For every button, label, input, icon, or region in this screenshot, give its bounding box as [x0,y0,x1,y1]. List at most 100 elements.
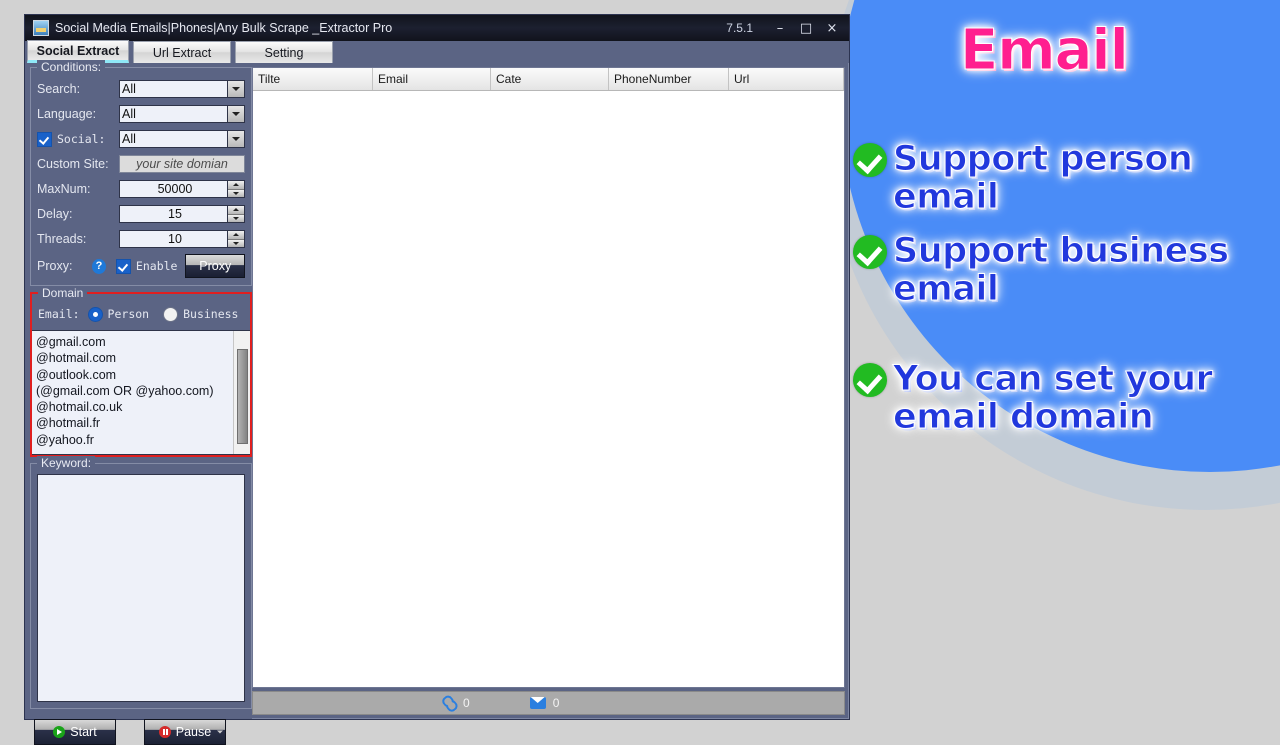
threads-label: Threads: [37,232,87,246]
social-select[interactable]: All [119,130,245,148]
window-title: Social Media Emails|Phones|Any Bulk Scra… [55,21,393,35]
domain-list-scrollbar[interactable] [233,331,250,454]
threads-stepper[interactable] [227,231,244,247]
results-panel: Tilte Email Cate PhoneNumber Url 0 0 [252,63,849,719]
social-label-wrap: Social: [37,131,119,147]
table-header-row: Tilte Email Cate PhoneNumber Url [253,68,844,91]
check-circle-icon [853,235,887,269]
pause-button[interactable]: Pause [144,719,226,745]
social-checkbox[interactable] [37,131,52,147]
conditions-group: Conditions: Search: All Language: All So… [30,60,252,286]
keyword-input[interactable] [37,474,245,702]
search-row: Search: All [37,78,245,100]
custom-site-placeholder: your site domian [136,157,228,171]
proxy-row: Proxy: ? Enable Proxy [37,253,245,279]
column-header-url[interactable]: Url [729,68,844,90]
conditions-legend: Conditions: [37,60,106,74]
custom-site-input[interactable]: your site domian [119,155,245,173]
social-value: All [122,132,136,146]
search-value: All [122,82,136,96]
delay-row: Delay: 15 [37,203,245,225]
search-label: Search: [37,82,81,96]
column-header-title[interactable]: Tilte [253,68,373,90]
promo-panel: Email Support person email Support busin… [845,0,1280,731]
delay-stepper[interactable] [227,206,244,222]
list-item[interactable]: (@gmail.com OR @yahoo.com) [36,383,250,399]
start-button[interactable]: Start [34,719,116,745]
help-icon[interactable]: ? [92,258,106,274]
list-item[interactable]: @yahoo.fr [36,432,250,448]
close-button[interactable]: × [819,18,845,38]
social-row: Social: All [37,128,245,150]
delay-value: 15 [168,207,182,221]
scrollbar-thumb[interactable] [237,349,248,444]
domain-group: Domain Email: Person Business @gmail.com… [30,286,252,457]
list-item[interactable]: @hotmail.fr [36,415,250,431]
start-button-label: Start [70,725,97,739]
domain-header: Domain Email: Person Business [32,286,250,330]
tab-strip: Social Extract Url Extract Setting [25,40,849,63]
chevron-down-icon[interactable] [227,131,244,147]
promo-bullet-2-label: Support business email [893,231,1230,309]
link-count: 0 [463,696,470,710]
promo-bullet-1-label: Support person email [893,139,1194,217]
list-item[interactable]: @hotmail.co.uk [36,399,250,415]
proxy-enable-wrap[interactable]: Enable [115,258,178,274]
results-table: Tilte Email Cate PhoneNumber Url [252,67,845,688]
delay-input[interactable]: 15 [119,205,245,223]
radio-business-label: Business [183,307,239,321]
check-circle-icon [853,363,887,397]
minimize-button[interactable]: – [767,18,793,38]
title-bar[interactable]: Social Media Emails|Phones|Any Bulk Scra… [25,15,849,41]
tab-url-extract[interactable]: Url Extract [133,41,231,63]
promo-bullet-2: Support business email [853,231,1230,309]
proxy-button[interactable]: Proxy [185,254,245,278]
table-body[interactable] [253,91,844,687]
keyword-legend: Keyword: [37,456,96,470]
keyword-group: Keyword: [30,456,252,709]
column-header-phonenumber[interactable]: PhoneNumber [609,68,729,90]
threads-value: 10 [168,232,182,246]
proxy-enable-label: Enable [135,259,178,273]
email-type-label: Email: [38,307,80,321]
threads-row: Threads: 10 [37,228,245,250]
maxnum-value: 50000 [157,182,193,196]
language-label: Language: [37,107,97,121]
domain-legend: Domain [38,286,88,300]
link-icon [438,692,459,713]
chevron-down-icon[interactable] [227,106,244,122]
check-circle-icon [853,143,887,177]
version-label: 7.5.1 [726,21,753,35]
tab-setting[interactable]: Setting [235,41,333,63]
envelope-icon [529,697,546,709]
list-item[interactable]: @hotmail.com [36,350,250,366]
domain-list[interactable]: @gmail.com @hotmail.com @outlook.com (@g… [32,330,250,455]
search-select[interactable]: All [119,80,245,98]
proxy-enable-checkbox[interactable] [115,258,131,274]
proxy-label: Proxy: [37,259,73,273]
maxnum-stepper[interactable] [227,181,244,197]
pause-button-label: Pause [175,725,212,739]
radio-person[interactable] [87,306,103,322]
play-icon [53,726,66,738]
maximize-button[interactable]: □ [793,18,819,38]
column-header-cate[interactable]: Cate [491,68,609,90]
maxnum-input[interactable]: 50000 [119,180,245,198]
radio-person-label: Person [107,307,150,321]
action-button-row: Start Pause [30,715,252,745]
radio-business[interactable] [163,306,179,322]
language-row: Language: All [37,103,245,125]
list-item[interactable]: @outlook.com [36,367,250,383]
status-bar: 0 0 [252,691,845,715]
threads-input[interactable]: 10 [119,230,245,248]
chevron-down-icon[interactable] [227,81,244,97]
mail-counter: 0 [529,696,559,710]
promo-bullet-3-label: You can set your email domain [892,359,1213,437]
app-icon [33,20,49,36]
maxnum-row: MaxNum: 50000 [37,178,245,200]
social-label: Social: [57,132,106,146]
list-item[interactable]: @gmail.com [36,334,250,350]
language-select[interactable]: All [119,105,245,123]
column-header-email[interactable]: Email [373,68,491,90]
language-value: All [122,107,136,121]
